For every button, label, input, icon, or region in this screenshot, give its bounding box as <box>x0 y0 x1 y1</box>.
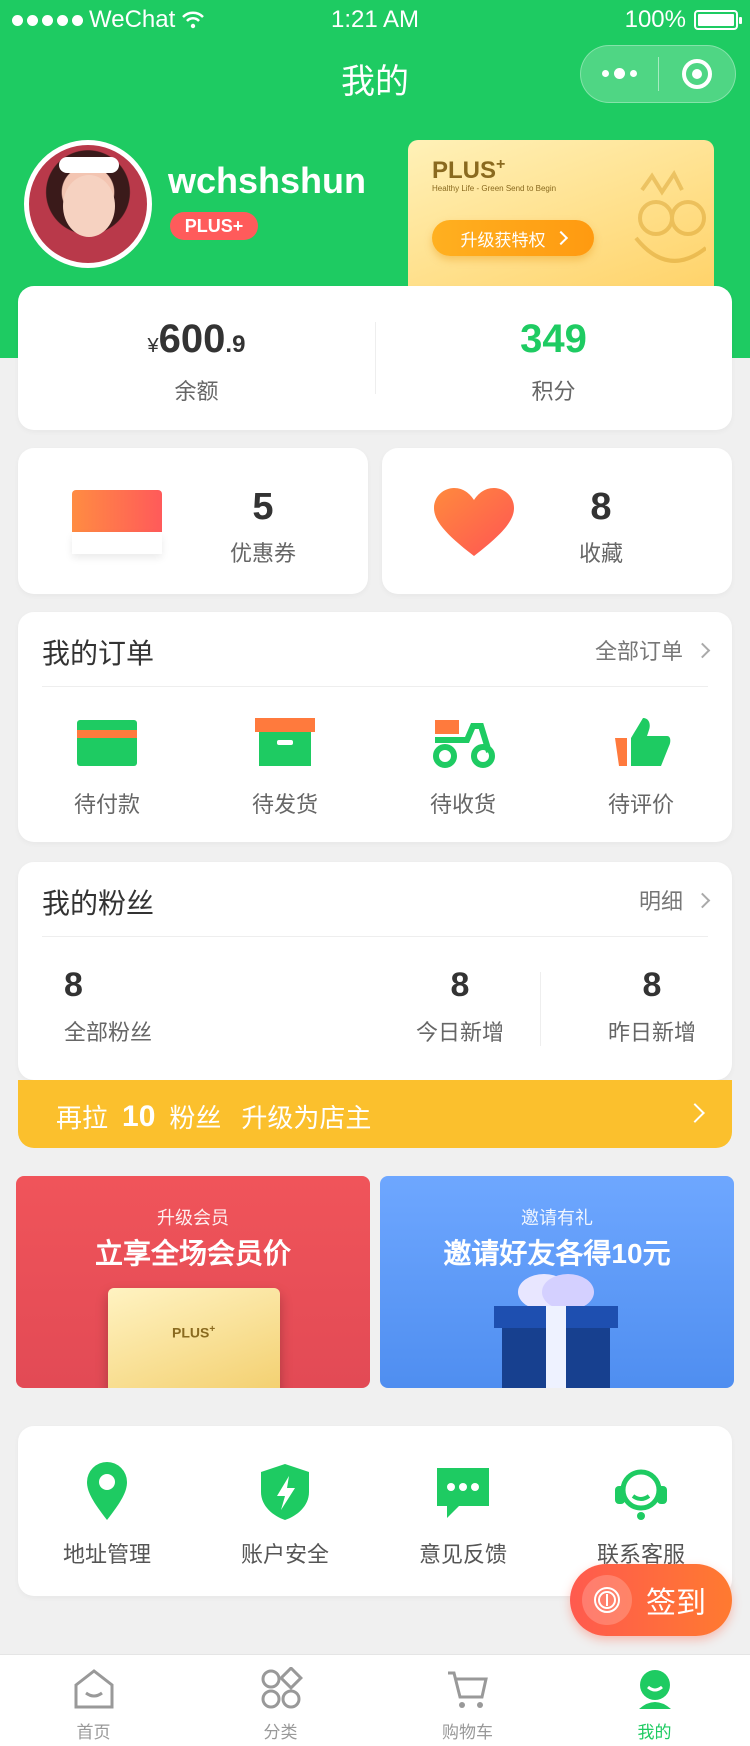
sign-in-button[interactable]: 签到 <box>570 1564 732 1636</box>
fingerprint-icon <box>582 1575 632 1625</box>
plus-membership-card[interactable]: PLUS+ Healthy Life - Green Send to Begin… <box>408 140 714 286</box>
tab-cart[interactable]: 购物车 <box>374 1667 561 1743</box>
balance-value: 600 <box>158 317 226 361</box>
order-pending-payment[interactable]: 待付款 <box>18 716 196 819</box>
fans-today[interactable]: 8 今日新增 <box>394 966 526 1047</box>
cart-icon <box>447 1671 488 1708</box>
frog-mascot-icon <box>634 170 706 263</box>
card-icon <box>77 720 137 766</box>
more-icon[interactable] <box>581 67 658 79</box>
status-bar: WeChat 1:21 AM 100% <box>0 0 750 40</box>
chat-bubble-icon <box>437 1468 489 1518</box>
orders-card: 我的订单 全部订单 待付款 待发货 待收货 待评价 <box>18 612 732 842</box>
account-security[interactable]: 账户安全 <box>196 1462 374 1569</box>
order-pending-review[interactable]: 待评价 <box>552 716 730 819</box>
favorites-card[interactable]: 8 收藏 <box>382 448 732 594</box>
location-pin-icon <box>87 1462 127 1520</box>
all-orders-link[interactable]: 全部订单 <box>595 634 711 666</box>
username: wchshshun <box>168 160 367 201</box>
battery-percent: 100% <box>624 6 686 33</box>
coupons-count: 5 <box>252 486 274 528</box>
chevron-right-icon <box>553 230 568 246</box>
gift-box-icon <box>494 1274 618 1388</box>
fans-all[interactable]: 8 全部粉丝 <box>64 966 152 1047</box>
fans-title: 我的粉丝 <box>42 888 155 919</box>
customer-service[interactable]: 联系客服 <box>552 1462 730 1569</box>
fans-details-link[interactable]: 明细 <box>639 884 711 916</box>
thumbs-up-icon <box>615 718 671 766</box>
favorites-count: 8 <box>590 486 612 528</box>
chevron-right-icon <box>694 642 711 658</box>
miniprogram-capsule <box>580 45 736 103</box>
balance-label: 余额 <box>174 379 219 404</box>
points-label: 积分 <box>531 379 576 404</box>
favorites-label: 收藏 <box>578 541 623 566</box>
orders-title: 我的订单 <box>42 638 155 669</box>
fans-yesterday[interactable]: 8 昨日新增 <box>586 966 718 1047</box>
points-value: 349 <box>520 317 587 361</box>
tab-bar: 首页 分类 购物车 我的 <box>0 1654 750 1746</box>
plus-tagline: Healthy Life - Green Send to Begin <box>432 184 557 193</box>
coupons-card[interactable]: 5 优惠券 <box>18 448 368 594</box>
plus-badge: PLUS+ <box>170 212 258 240</box>
battery-icon <box>694 10 742 30</box>
chevron-right-icon <box>685 1103 705 1123</box>
invite-friends-promo[interactable]: 邀请有礼 邀请好友各得10元 <box>380 1176 734 1388</box>
heart-icon <box>434 488 514 556</box>
nav-bar: 我的 <box>0 40 750 116</box>
fans-card: 我的粉丝 明细 8 全部粉丝 8 今日新增 8 昨日新增 <box>18 862 732 1080</box>
balance-card: ¥600.9 余额 349 积分 <box>18 286 732 430</box>
feedback[interactable]: 意见反馈 <box>374 1462 552 1569</box>
points[interactable]: 349 积分 <box>375 314 732 406</box>
delivery-scooter-icon <box>433 720 495 768</box>
tab-home[interactable]: 首页 <box>0 1667 187 1743</box>
home-icon <box>74 1669 113 1709</box>
plus-card-image: PLUS+ <box>108 1288 280 1388</box>
order-pending-receipt[interactable]: 待收货 <box>374 716 552 819</box>
box-icon <box>255 718 315 766</box>
headset-icon <box>615 1469 667 1520</box>
coupon-icon <box>72 490 162 554</box>
tab-profile[interactable]: 我的 <box>561 1667 748 1743</box>
coupons-label: 优惠券 <box>229 541 296 566</box>
profile-icon <box>638 1670 671 1709</box>
address-management[interactable]: 地址管理 <box>18 1462 196 1569</box>
order-pending-shipment[interactable]: 待发货 <box>196 716 374 819</box>
shield-bolt-icon <box>261 1464 309 1520</box>
category-icon <box>261 1665 303 1709</box>
tab-category[interactable]: 分类 <box>187 1665 374 1743</box>
upgrade-privilege-button[interactable]: 升级获特权 <box>432 220 594 256</box>
upgrade-to-shopowner-banner[interactable]: 再拉 10 粉丝 升级为店主 <box>18 1080 732 1148</box>
member-price-promo[interactable]: 升级会员 立享全场会员价 PLUS+ <box>16 1176 370 1388</box>
chevron-right-icon <box>694 892 711 908</box>
plus-logo: PLUS+ <box>432 156 506 184</box>
avatar[interactable] <box>24 140 152 268</box>
close-target-icon[interactable] <box>659 59 735 89</box>
balance[interactable]: ¥600.9 余额 <box>18 314 375 406</box>
